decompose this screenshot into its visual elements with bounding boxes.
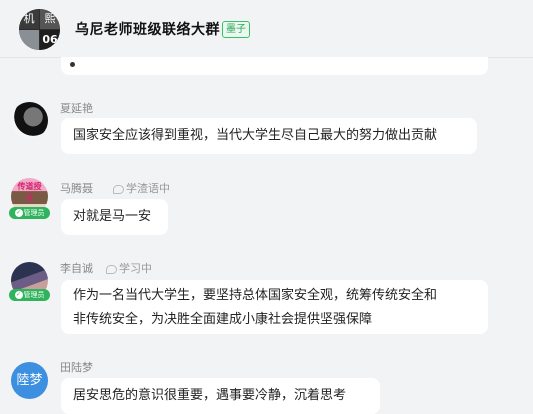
- admin-badge: ✓ 管理员: [9, 207, 50, 219]
- message-text: 对就是马一安: [73, 209, 152, 224]
- status-bubble-icon: [106, 264, 117, 274]
- group-title[interactable]: 乌尼老师班级联络大群: [75, 19, 220, 39]
- message-bubble[interactable]: 对就是马一安: [61, 199, 168, 235]
- avatar[interactable]: 陸梦: [11, 362, 48, 399]
- message-bubble[interactable]: 国家安全应该得到重视，当代大学生尽自己最大的努力做出贡献: [61, 118, 477, 154]
- message-text: 居安思危的意识很重要，遇事要冷静，沉着思考: [73, 388, 347, 403]
- status-text: 学渣语中: [113, 180, 170, 196]
- group-tag-badge: 墨子: [222, 21, 250, 38]
- sender-name[interactable]: 李自诚: [60, 260, 93, 276]
- message-bubble[interactable]: 居安思危的意识很重要，遇事要冷静，沉着思考: [61, 378, 380, 414]
- group-avatar-tile: 机: [19, 9, 39, 29]
- previous-message-bubble[interactable]: [61, 57, 488, 75]
- sender-name[interactable]: 田陆梦: [60, 359, 93, 375]
- message-text: 国家安全应该得到重视，当代大学生尽自己最大的努力做出贡献: [73, 128, 438, 143]
- sender-name[interactable]: 马腾聂: [60, 180, 93, 196]
- chat-header: 机 熙 06 乌尼老师班级联络大群 墨子: [0, 0, 533, 58]
- group-avatar-tile: 06: [40, 30, 60, 50]
- group-avatar-tile: 熙: [40, 9, 60, 29]
- verified-icon: ✓: [14, 209, 23, 217]
- admin-badge-label: 管理员: [23, 209, 45, 217]
- status-label: 学习中: [119, 262, 152, 275]
- avatar-label: 传道授业: [17, 182, 42, 202]
- group-avatar[interactable]: 机 熙 06: [19, 9, 60, 50]
- verified-icon: ✓: [14, 291, 23, 299]
- status-label: 学渣语中: [126, 182, 170, 195]
- avatar[interactable]: [11, 102, 48, 139]
- admin-badge: ✓ 管理员: [9, 289, 50, 301]
- message-text-line: 作为一名当代大学生，要坚持总体国家安全观，统筹传统安全和: [73, 288, 438, 303]
- bullet-icon: [70, 62, 75, 67]
- message-text-line: 非传统安全，为决胜全面建成小康社会提供坚强保障: [73, 312, 373, 327]
- status-bubble-icon: [113, 184, 124, 194]
- admin-badge-label: 管理员: [23, 291, 45, 299]
- group-avatar-tile: [19, 30, 39, 50]
- sender-name[interactable]: 夏延艳: [60, 100, 93, 116]
- message-bubble[interactable]: 作为一名当代大学生，要坚持总体国家安全观，统筹传统安全和 非传统安全，为决胜全面…: [61, 280, 488, 334]
- status-text: 学习中: [106, 260, 152, 276]
